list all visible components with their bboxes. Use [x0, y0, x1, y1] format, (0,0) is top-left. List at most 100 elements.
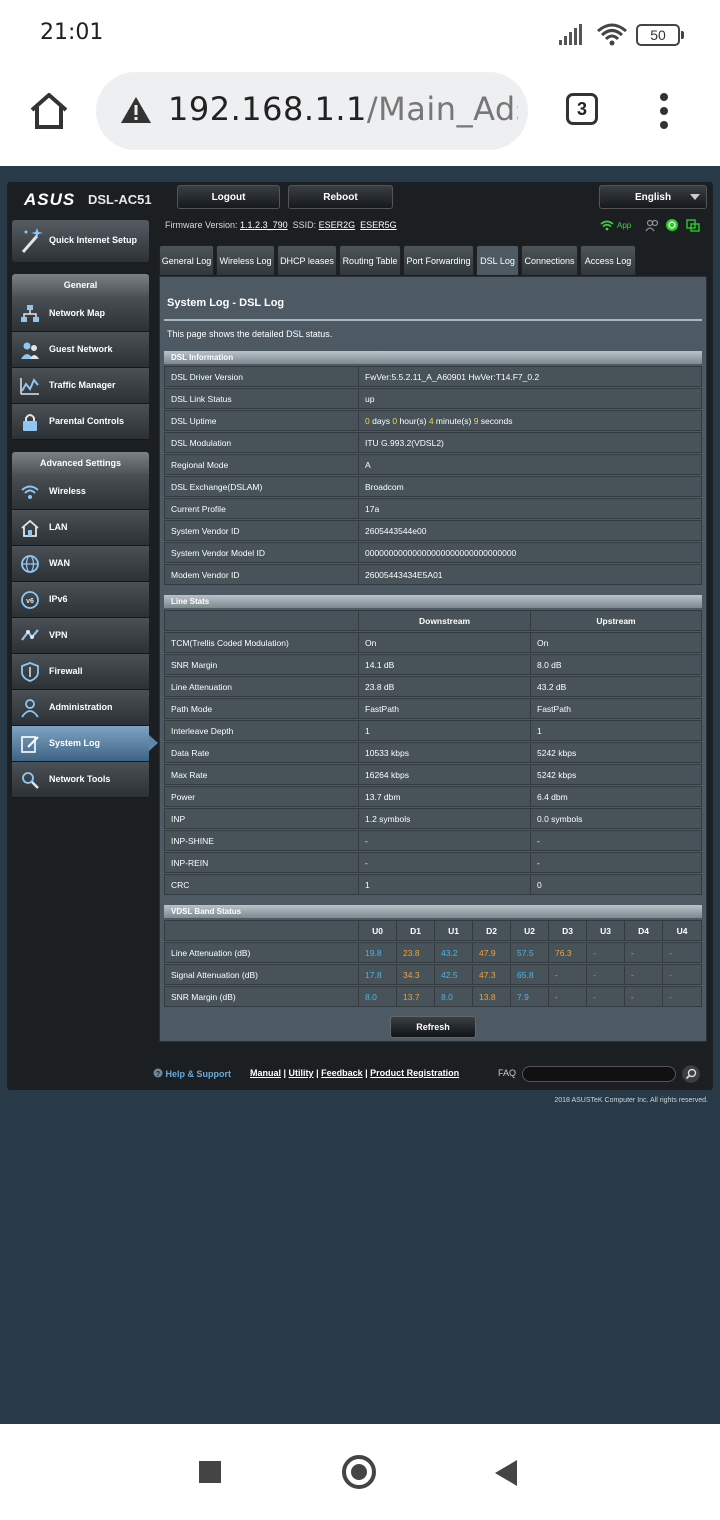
internet-status-icon[interactable] [665, 218, 679, 232]
vdsl-band-value: 19.8 [358, 942, 397, 963]
vpn-icon [21, 629, 39, 641]
warning-icon[interactable] [120, 96, 152, 124]
vdsl-row-label: SNR Margin (dB) [164, 986, 359, 1007]
sidebar-item-wan[interactable]: WAN [12, 546, 149, 582]
sidebar-item-lan[interactable]: LAN [12, 510, 149, 546]
reboot-button[interactable]: Reboot [288, 185, 393, 209]
tab-general-log[interactable]: General Log [159, 245, 214, 275]
lock-icon [23, 414, 37, 431]
logout-button[interactable]: Logout [177, 185, 280, 209]
tab-switcher-button[interactable]: 3 [566, 93, 598, 125]
back-button[interactable] [495, 1460, 517, 1486]
sidebar-item-label: Parental Controls [49, 416, 125, 426]
vdsl-column-header: U3 [586, 920, 625, 941]
sidebar-item-label: Traffic Manager [49, 380, 116, 390]
info-value: 0 days 0 hour(s) 4 minute(s) 9 seconds [358, 410, 702, 431]
quick-internet-setup-button[interactable]: Quick Internet Setup [12, 220, 149, 262]
copyright-text: 2018 ASUSTeK Computer Inc. All rights re… [554, 1097, 708, 1104]
info-label: System Vendor Model ID [164, 542, 359, 563]
vdsl-band-value: - [586, 986, 625, 1007]
wifi-status-icon[interactable] [600, 220, 614, 231]
users-icon[interactable] [645, 219, 659, 232]
stat-label: Power [164, 786, 359, 807]
stat-label: INP-REIN [164, 852, 359, 873]
vdsl-column-header: U4 [662, 920, 702, 941]
vdsl-column-header: U1 [434, 920, 473, 941]
tab-wireless-log[interactable]: Wireless Log [216, 245, 275, 275]
vdsl-band-value: 13.8 [472, 986, 511, 1007]
admin-user-icon [21, 699, 39, 718]
uptime-days-label: days [369, 416, 393, 426]
tab-dsl-log[interactable]: DSL Log [476, 245, 519, 275]
sidebar-item-network-map[interactable]: Network Map [12, 296, 149, 332]
stat-downstream-value: On [358, 632, 531, 653]
tab-port-forwarding[interactable]: Port Forwarding [403, 245, 474, 275]
search-icon[interactable] [682, 1065, 700, 1083]
home-icon[interactable] [28, 90, 70, 132]
stat-downstream-value: 23.8 dB [358, 676, 531, 697]
sidebar-item-label: Guest Network [49, 344, 113, 354]
vdsl-band-value: 76.3 [548, 942, 587, 963]
stat-downstream-value: 1 [358, 720, 531, 741]
cellular-signal-icon [559, 24, 582, 45]
vdsl-band-value: 7.9 [510, 986, 549, 1007]
tab-routing-table[interactable]: Routing Table [339, 245, 401, 275]
stat-label: Data Rate [164, 742, 359, 763]
tab-access-log[interactable]: Access Log [580, 245, 636, 275]
product-registration-link[interactable]: Product Registration [370, 1068, 459, 1078]
info-label: Current Profile [164, 498, 359, 519]
home-button[interactable] [342, 1455, 376, 1489]
tab-dhcp-leases[interactable]: DHCP leases [277, 245, 337, 275]
stat-downstream-value: 10533 kbps [358, 742, 531, 763]
chevron-down-icon [690, 194, 700, 200]
faq-search-input[interactable] [522, 1066, 676, 1082]
stat-downstream-value: 14.1 dB [358, 654, 531, 675]
info-label: DSL Modulation [164, 432, 359, 453]
sidebar-item-vpn[interactable]: VPN [12, 618, 149, 654]
refresh-button[interactable]: Refresh [390, 1016, 476, 1038]
battery-indicator: 50 [636, 24, 684, 46]
stat-upstream-value: FastPath [530, 698, 702, 719]
dsl-information-header: DSL Information [164, 351, 702, 364]
sidebar-item-label: VPN [49, 630, 68, 640]
sidebar-item-wireless[interactable]: Wireless [12, 474, 149, 510]
vdsl-band-value: - [624, 964, 663, 985]
sidebar-item-administration[interactable]: Administration [12, 690, 149, 726]
overflow-menu-icon[interactable] [656, 92, 672, 130]
tab-connections[interactable]: Connections [521, 245, 578, 275]
sidebar-item-label: Network Map [49, 308, 106, 318]
sidebar-item-traffic-manager[interactable]: Traffic Manager [12, 368, 149, 404]
recent-apps-button[interactable] [199, 1461, 221, 1483]
sidebar-item-guest-network[interactable]: Guest Network [12, 332, 149, 368]
app-label[interactable]: App [617, 221, 631, 230]
sidebar-item-parental-controls[interactable]: Parental Controls [12, 404, 149, 440]
manual-link[interactable]: Manual [250, 1068, 281, 1078]
stat-label: Line Attenuation [164, 676, 359, 697]
firmware-version-link[interactable]: 1.1.2.3_790 [240, 220, 288, 230]
help-support-label: Help & Support [165, 1069, 232, 1079]
vdsl-column-header: D2 [472, 920, 511, 941]
sidebar-item-network-tools[interactable]: Network Tools [12, 762, 149, 798]
utility-link[interactable]: Utility [289, 1068, 314, 1078]
upstream-column-header: Upstream [530, 610, 702, 631]
vdsl-band-value: - [662, 986, 702, 1007]
url-text[interactable]: 192.168.1.1/Main_AdslS [168, 90, 518, 128]
ssid-2g-link[interactable]: ESER2G [319, 220, 356, 230]
ipv6-icon: v6 [21, 591, 39, 609]
stat-label: Interleave Depth [164, 720, 359, 741]
feedback-link[interactable]: Feedback [321, 1068, 363, 1078]
sidebar-item-ipv6[interactable]: v6 IPv6 [12, 582, 149, 618]
vdsl-band-value: 47.9 [472, 942, 511, 963]
sidebar-item-firewall[interactable]: Firewall [12, 654, 149, 690]
sidebar-item-label: WAN [49, 558, 70, 568]
vdsl-row-label: Line Attenuation (dB) [164, 942, 359, 963]
vdsl-band-value: 8.0 [434, 986, 473, 1007]
help-support-link[interactable]: ? Help & Support [153, 1068, 231, 1079]
ssid-5g-link[interactable]: ESER5G [360, 220, 397, 230]
sidebar-item-label: Firewall [49, 666, 83, 676]
sidebar-item-system-log[interactable]: System Log [12, 726, 149, 762]
usb-status-icon[interactable] [686, 219, 700, 232]
selected-indicator [149, 735, 158, 751]
info-label: DSL Link Status [164, 388, 359, 409]
stat-upstream-value: On [530, 632, 702, 653]
